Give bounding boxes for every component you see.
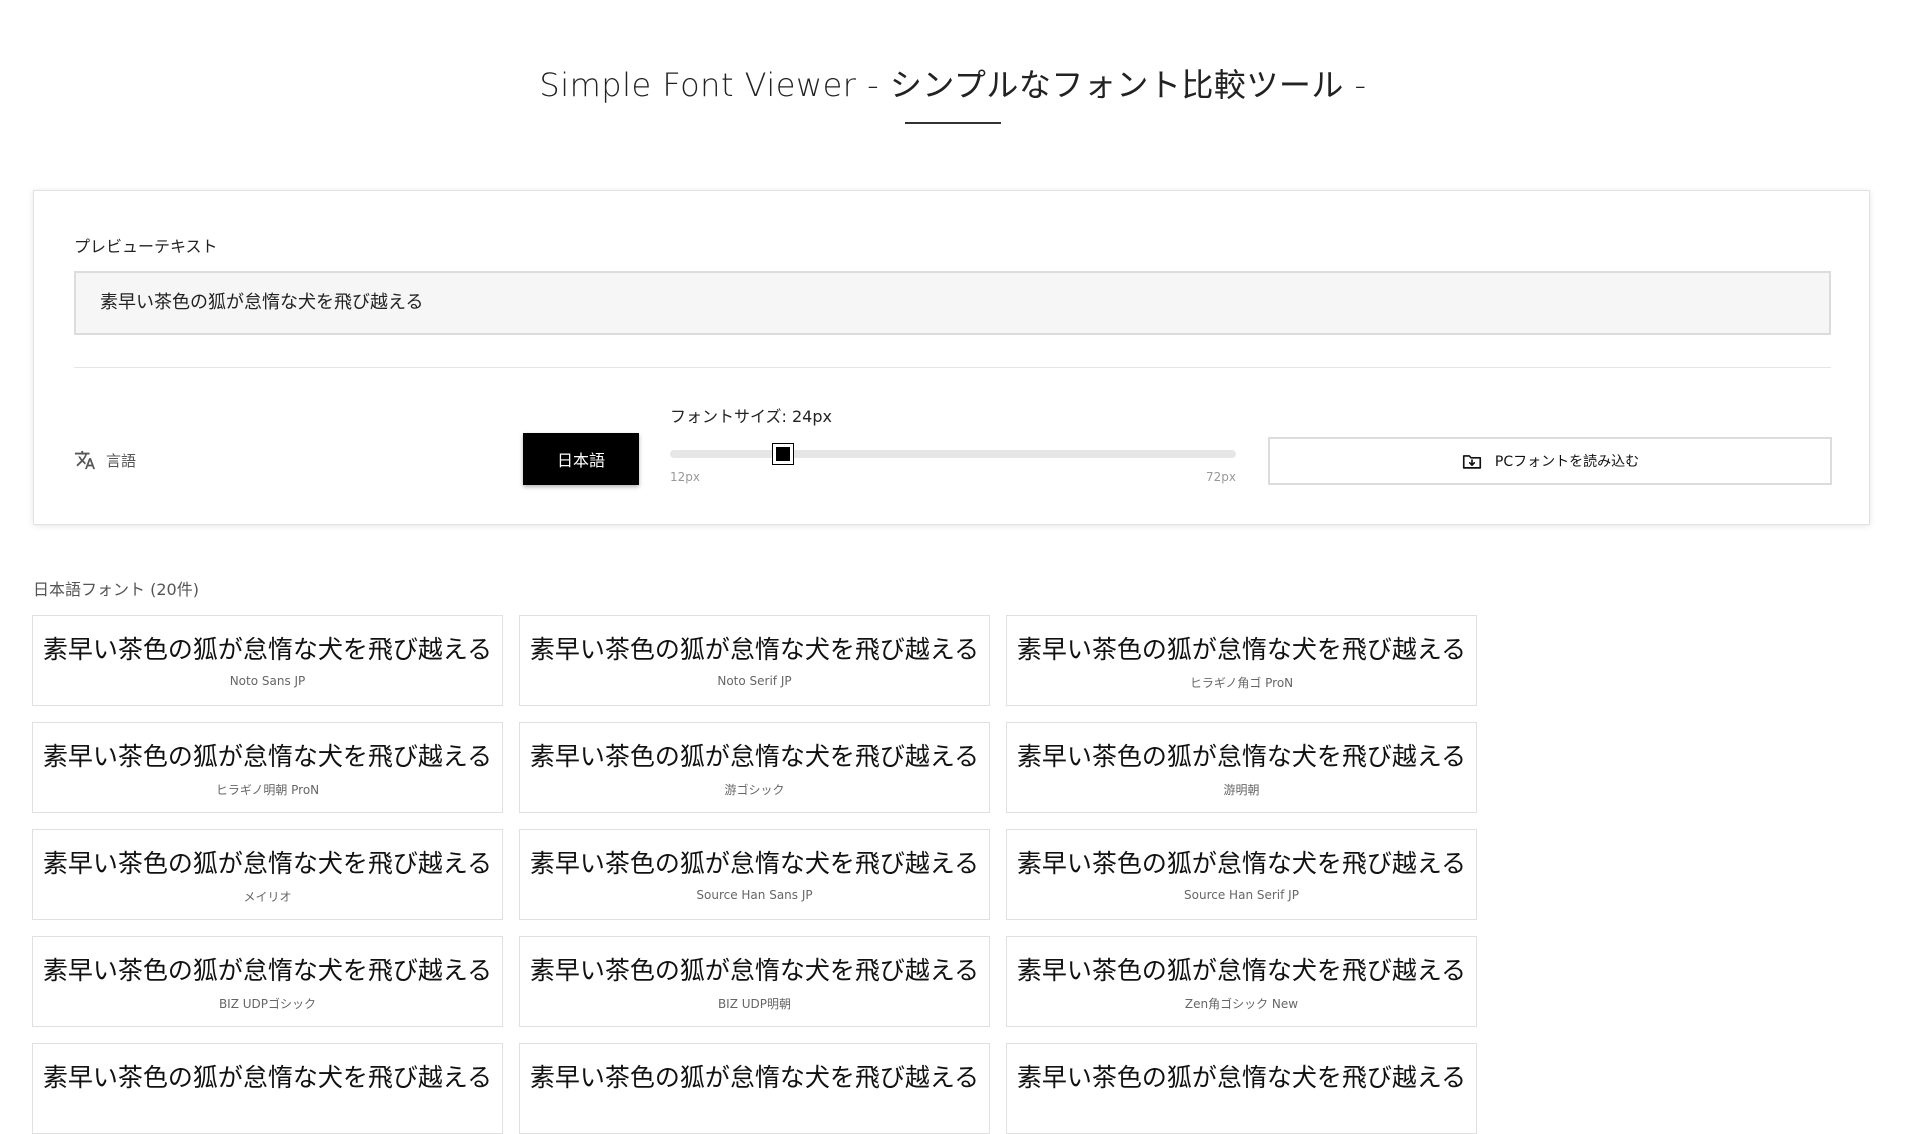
font-sample-text: 素早い茶色の狐が怠惰な犬を飛び越える bbox=[42, 742, 493, 771]
font-sample-text: 素早い茶色の狐が怠惰な犬を飛び越える bbox=[1016, 956, 1467, 985]
font-name-label: Source Han Sans JP bbox=[696, 888, 813, 902]
font-name-label: ヒラギノ明朝 ProN bbox=[215, 783, 320, 797]
font-card[interactable]: 素早い茶色の狐が怠惰な犬を飛び越える Noto Sans JP bbox=[32, 615, 503, 706]
font-sample-text: 素早い茶色の狐が怠惰な犬を飛び越える bbox=[42, 1063, 493, 1092]
title-underline bbox=[905, 122, 1001, 124]
font-sample-text: 素早い茶色の狐が怠惰な犬を飛び越える bbox=[42, 635, 493, 664]
preview-text-label: プレビューテキスト bbox=[74, 237, 218, 256]
font-sample-text: 素早い茶色の狐が怠惰な犬を飛び越える bbox=[42, 849, 493, 878]
font-sample-text: 素早い茶色の狐が怠惰な犬を飛び越える bbox=[1016, 1063, 1467, 1092]
font-card[interactable]: 素早い茶色の狐が怠惰な犬を飛び越えるメイリオ bbox=[32, 829, 503, 920]
font-sample-text: 素早い茶色の狐が怠惰な犬を飛び越える bbox=[529, 849, 980, 878]
font-card[interactable]: 素早い茶色の狐が怠惰な犬を飛び越えるヒラギノ角ゴ ProN bbox=[1006, 615, 1477, 706]
font-size-slider-thumb[interactable] bbox=[772, 443, 795, 465]
font-name-label: BIZ UDPゴシック bbox=[218, 997, 317, 1011]
font-sample-text: 素早い茶色の狐が怠惰な犬を飛び越える bbox=[1016, 742, 1467, 771]
panel-divider bbox=[74, 367, 1831, 368]
font-card[interactable]: 素早い茶色の狐が怠惰な犬を飛び越えるヒラギノ明朝 ProN bbox=[32, 722, 503, 813]
font-sample-text: 素早い茶色の狐が怠惰な犬を飛び越える bbox=[529, 635, 980, 664]
load-pc-font-label: PCフォントを読み込む bbox=[1494, 454, 1640, 470]
language-toggle-button[interactable]: 日本語 bbox=[523, 433, 639, 485]
font-card[interactable]: 素早い茶色の狐が怠惰な犬を飛び越える游明朝 bbox=[1006, 722, 1477, 813]
font-sample-text: 素早い茶色の狐が怠惰な犬を飛び越える bbox=[529, 956, 980, 985]
font-name-label: 游ゴシック bbox=[724, 783, 785, 797]
page-title: Simple Font Viewer - シンプルなフォント比較ツール - bbox=[539, 66, 1367, 104]
font-name-label: ヒラギノ角ゴ ProN bbox=[1189, 676, 1294, 690]
language-label: 言語 bbox=[106, 451, 137, 470]
font-size-label: フォントサイズ: 24px bbox=[670, 407, 832, 426]
font-name-label: Source Han Serif JP bbox=[1184, 888, 1299, 902]
font-name-label: Zen角ゴシック New bbox=[1184, 997, 1299, 1011]
font-name-label: メイリオ bbox=[243, 890, 292, 904]
font-card[interactable]: 素早い茶色の狐が怠惰な犬を飛び越える Source Han Sans JP bbox=[519, 829, 990, 920]
font-grid: 素早い茶色の狐が怠惰な犬を飛び越える Noto Sans JP 素早い茶色の狐が怠惰… bbox=[32, 615, 1492, 1134]
font-name-label: 游明朝 bbox=[1223, 783, 1260, 797]
font-card[interactable]: 素早い茶色の狐が怠惰な犬を飛び越える Noto Serif JP bbox=[519, 615, 990, 706]
font-card[interactable]: 素早い茶色の狐が怠惰な犬を飛び越える BIZ UDPゴシック bbox=[32, 936, 503, 1027]
font-card[interactable]: 素早い茶色の狐が怠惰な犬を飛び越える Zen角ゴシック New bbox=[1006, 936, 1477, 1027]
font-name-label: Noto Serif JP bbox=[717, 674, 792, 688]
font-sample-text: 素早い茶色の狐が怠惰な犬を飛び越える bbox=[1016, 849, 1467, 878]
font-card[interactable]: 素早い茶色の狐が怠惰な犬を飛び越える BIZ UDP明朝 bbox=[519, 936, 990, 1027]
load-pc-font-button[interactable]: PCフォントを読み込む bbox=[1268, 437, 1832, 485]
slider-min-label: 12px bbox=[670, 470, 700, 484]
font-card[interactable]: 素早い茶色の狐が怠惰な犬を飛び越える bbox=[32, 1043, 503, 1134]
font-size-slider-track[interactable] bbox=[670, 450, 1236, 458]
font-sample-text: 素早い茶色の狐が怠惰な犬を飛び越える bbox=[529, 742, 980, 771]
font-card[interactable]: 素早い茶色の狐が怠惰な犬を飛び越える bbox=[1006, 1043, 1477, 1134]
slider-max-label: 72px bbox=[1206, 470, 1236, 484]
font-name-label: Noto Sans JP bbox=[229, 674, 306, 688]
font-card[interactable]: 素早い茶色の狐が怠惰な犬を飛び越える游ゴシック bbox=[519, 722, 990, 813]
language-label-group: 言語 bbox=[74, 449, 136, 471]
control-panel: プレビューテキスト 素早い茶色の狐が怠惰な犬を飛び越える 言語 日本語 フォント… bbox=[33, 190, 1870, 525]
font-sample-text: 素早い茶色の狐が怠惰な犬を飛び越える bbox=[529, 1063, 980, 1092]
font-sample-text: 素早い茶色の狐が怠惰な犬を飛び越える bbox=[42, 956, 493, 985]
font-sample-text: 素早い茶色の狐が怠惰な犬を飛び越える bbox=[1016, 635, 1467, 664]
translate-icon bbox=[74, 450, 96, 470]
font-section-heading: 日本語フォント (20件) bbox=[33, 580, 199, 599]
preview-text-input[interactable]: 素早い茶色の狐が怠惰な犬を飛び越える bbox=[74, 271, 1831, 335]
folder-download-icon bbox=[1462, 455, 1481, 469]
font-name-label: BIZ UDP明朝 bbox=[717, 997, 792, 1011]
font-card[interactable]: 素早い茶色の狐が怠惰な犬を飛び越える Source Han Serif JP bbox=[1006, 829, 1477, 920]
font-card[interactable]: 素早い茶色の狐が怠惰な犬を飛び越える bbox=[519, 1043, 990, 1134]
